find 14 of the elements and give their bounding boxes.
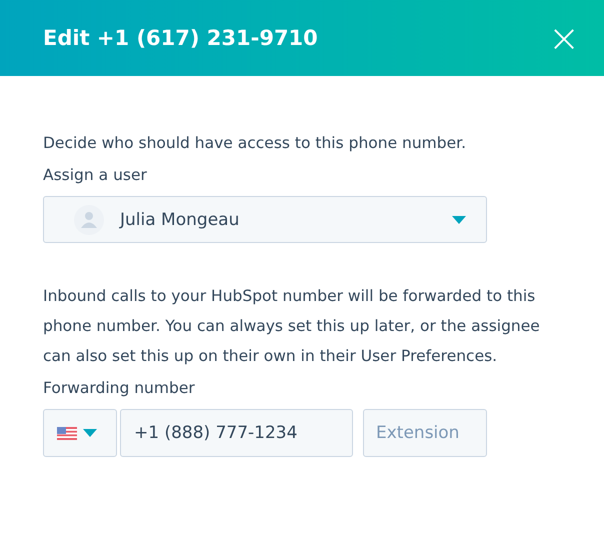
selected-user: Julia Mongeau [120, 210, 240, 230]
field-label: Forwarding number [43, 378, 196, 399]
field-label: Assign a user [43, 165, 148, 186]
avatar-icon [74, 204, 104, 234]
info-text: Inbound calls to your HubSpot number will be forwarded to this phone number. You can always set this up later, or the assignee can also set this up on their own in their User Preferences. [43, 286, 541, 367]
caret-icon [452, 216, 466, 224]
caret-icon [83, 429, 97, 437]
extension-field[interactable]: Extension [363, 409, 487, 457]
flag-icon [57, 426, 77, 440]
intro-text: Decide who should have access to this phone number. [43, 133, 468, 154]
phone-field[interactable]: +1 (888) 777-1234 [120, 409, 353, 457]
country-select[interactable] [43, 409, 117, 457]
dialog-title: Edit +1 (617) 231-9710 [43, 26, 318, 50]
user-select[interactable]: Julia Mongeau [43, 196, 487, 243]
